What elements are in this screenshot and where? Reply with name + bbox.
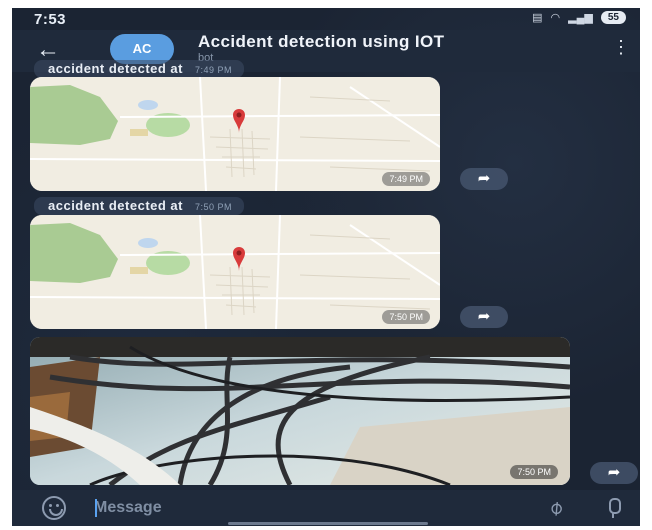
chat-title[interactable]: Accident detection using IOT <box>198 32 444 52</box>
forward-button[interactable]: ➦ <box>590 462 638 484</box>
location-map[interactable]: 7:49 PM <box>30 77 440 191</box>
location-map[interactable]: 7:50 PM <box>30 215 440 329</box>
back-arrow-icon[interactable]: ← <box>36 38 66 62</box>
message-input[interactable] <box>94 496 514 520</box>
forward-button[interactable]: ➦ <box>460 168 508 190</box>
caption-text: accident detected at <box>48 61 183 76</box>
status-icons: ▤ ◠ ▂▄▆ 55 <box>532 11 626 24</box>
message-caption: accident detected at 7:49 PM <box>34 60 245 78</box>
attach-icon[interactable]: ⌀ <box>539 491 573 525</box>
forward-button[interactable]: ➦ <box>460 306 508 328</box>
status-time: 7:53 <box>34 11 67 28</box>
emoji-icon[interactable] <box>42 496 66 520</box>
battery-icon: 55 <box>600 11 626 24</box>
map-timestamp: 7:49 PM <box>382 172 430 186</box>
phone-screen: 7:53 ▤ ◠ ▂▄▆ 55 ← AC Accident detection … <box>12 8 640 526</box>
message-input-bar: ⌀ <box>12 490 640 526</box>
map-timestamp: 7:50 PM <box>382 310 430 324</box>
status-bar: 7:53 ▤ ◠ ▂▄▆ 55 <box>12 8 640 30</box>
photo-image <box>30 337 570 485</box>
map-image <box>30 215 440 329</box>
caption-time: 7:49 PM <box>195 65 233 75</box>
photo-message[interactable]: 7:50 PM <box>30 337 570 485</box>
message-caption: accident detected at 7:50 PM <box>34 197 245 215</box>
wifi-icon: ◠ <box>550 12 561 24</box>
text-cursor <box>95 499 97 517</box>
caption-time: 7:50 PM <box>195 202 233 212</box>
signal-icon: ▂▄▆ <box>568 12 593 24</box>
caption-text: accident detected at <box>48 198 183 213</box>
microphone-icon[interactable] <box>604 496 622 520</box>
photo-timestamp: 7:50 PM <box>510 465 558 479</box>
more-options-icon[interactable]: ⋮ <box>612 38 630 56</box>
home-indicator <box>228 522 428 525</box>
map-image <box>30 77 440 191</box>
volte-icon: ▤ <box>532 12 543 24</box>
